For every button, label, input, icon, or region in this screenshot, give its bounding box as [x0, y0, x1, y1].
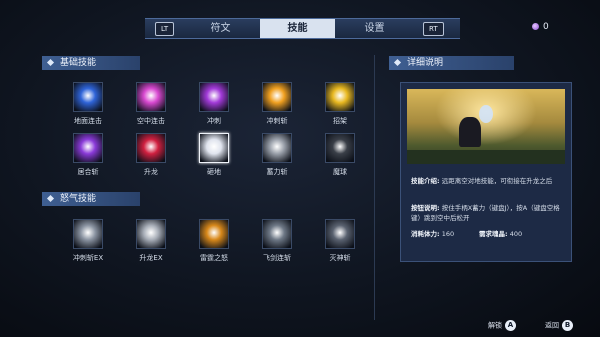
panel-divider — [374, 55, 375, 320]
skill-slot[interactable]: 冲刺斩EX — [58, 219, 118, 263]
skill-slot[interactable]: 魔球 — [310, 133, 370, 177]
skill-slot[interactable]: 升龙 — [121, 133, 181, 177]
soul-value: 400 — [509, 230, 523, 238]
magic-orb-icon — [325, 133, 355, 163]
skill-label: 升龙EX — [139, 254, 163, 262]
tab-settings[interactable]: 设置 — [337, 19, 412, 38]
skill-detail-panel: 技能介绍: 远距离空对地技能，可衔接在升龙之后 按钮说明: 按住手柄X蓄力（键盘… — [400, 82, 572, 262]
skill-label: 招架 — [333, 117, 347, 125]
stamina-value: 160 — [441, 230, 455, 238]
skill-label: 冲刺斩 — [266, 117, 288, 125]
skill-controls: 按钮说明: 按住手柄X蓄力（键盘J），按A（键盘空格键）跳到空中后松开 — [411, 203, 561, 223]
back-button[interactable]: 返回 B — [545, 320, 573, 331]
control-label: 按钮说明: — [411, 204, 440, 212]
a-button-icon: A — [505, 320, 516, 331]
soul-label: 需求魂晶: — [479, 230, 508, 238]
dash-slash-ex-icon — [73, 219, 103, 249]
tab-skills[interactable]: 技能 — [260, 19, 335, 38]
ground-combo-icon — [73, 82, 103, 112]
thunder-wrath-icon — [199, 219, 229, 249]
skill-slot[interactable]: 雷霆之怒 — [184, 219, 244, 263]
skill-slot[interactable]: 招架 — [310, 82, 370, 126]
section-basic-skills: 基础技能 — [42, 56, 140, 70]
stamina-label: 消耗体力: — [411, 230, 440, 238]
skill-label: 居合斩 — [77, 168, 99, 176]
skill-intro: 技能介绍: 远距离空对地技能，可衔接在升龙之后 — [411, 176, 561, 186]
unlock-button[interactable]: 解锁 A — [488, 320, 516, 331]
dash-slash-icon — [262, 82, 292, 112]
skill-label: 升龙 — [144, 168, 158, 176]
skill-slot[interactable]: 飞剑连斩 — [247, 219, 307, 263]
section-title: 怒气技能 — [60, 194, 97, 204]
section-rage-skills: 怒气技能 — [42, 192, 140, 206]
skill-label: 雷霆之怒 — [200, 254, 228, 262]
skill-label: 魔球 — [333, 168, 347, 176]
skill-label: 空中连击 — [137, 117, 165, 125]
section-title: 详细说明 — [407, 58, 444, 68]
stamina-cost: 消耗体力: 160 — [411, 229, 454, 239]
parry-icon — [325, 82, 355, 112]
skill-label: 飞剑连斩 — [263, 254, 291, 262]
soul-requirement: 需求魂晶: 400 — [479, 229, 522, 239]
ground-smash-icon — [199, 133, 229, 163]
intro-text: 远距离空对地技能，可衔接在升龙之后 — [441, 177, 553, 185]
iai-slash-icon — [73, 133, 103, 163]
skill-label: 冲刺 — [207, 117, 221, 125]
skill-label: 砸地 — [207, 168, 221, 176]
skill-label: 蓄力斩 — [266, 168, 288, 176]
skill-slot[interactable]: 冲刺斩 — [247, 82, 307, 126]
top-tab-bar: LT 符文 技能 设置 RT — [145, 18, 460, 39]
diamond-icon — [46, 194, 55, 203]
skill-slot[interactable]: 蓄力斩 — [247, 133, 307, 177]
diamond-icon — [393, 58, 402, 67]
skill-slot[interactable]: 砸地 — [184, 133, 244, 177]
skill-slot[interactable]: 空中连击 — [121, 82, 181, 126]
skill-preview-image — [407, 89, 565, 164]
rising-dragon-ex-icon — [136, 219, 166, 249]
diamond-icon — [46, 58, 55, 67]
back-label: 返回 — [545, 321, 559, 330]
b-button-icon: B — [562, 320, 573, 331]
skill-label: 灭神斩 — [329, 254, 351, 262]
dash-icon — [199, 82, 229, 112]
air-combo-icon — [136, 82, 166, 112]
flying-sword-icon — [262, 219, 292, 249]
skill-slot[interactable]: 地面连击 — [58, 82, 118, 126]
skill-slot[interactable]: 灭神斩 — [310, 219, 370, 263]
section-detail: 详细说明 — [389, 56, 514, 70]
lt-bumper-hint[interactable]: LT — [155, 22, 175, 36]
section-title: 基础技能 — [60, 58, 97, 68]
skill-slot[interactable]: 冲刺 — [184, 82, 244, 126]
charge-slash-icon — [262, 133, 292, 163]
god-slayer-icon — [325, 219, 355, 249]
rising-dragon-icon — [136, 133, 166, 163]
skill-label: 地面连击 — [74, 117, 102, 125]
tab-runes[interactable]: 符文 — [183, 19, 258, 38]
skill-label: 冲刺斩EX — [72, 254, 104, 262]
soul-currency: 0 — [532, 22, 549, 32]
skill-slot[interactable]: 居合斩 — [58, 133, 118, 177]
intro-label: 技能介绍: — [411, 177, 440, 185]
unlock-label: 解锁 — [488, 321, 502, 330]
skill-slot[interactable]: 升龙EX — [121, 219, 181, 263]
rt-bumper-hint[interactable]: RT — [423, 22, 444, 36]
soul-orb-icon — [532, 23, 539, 30]
currency-amount: 0 — [543, 22, 549, 32]
